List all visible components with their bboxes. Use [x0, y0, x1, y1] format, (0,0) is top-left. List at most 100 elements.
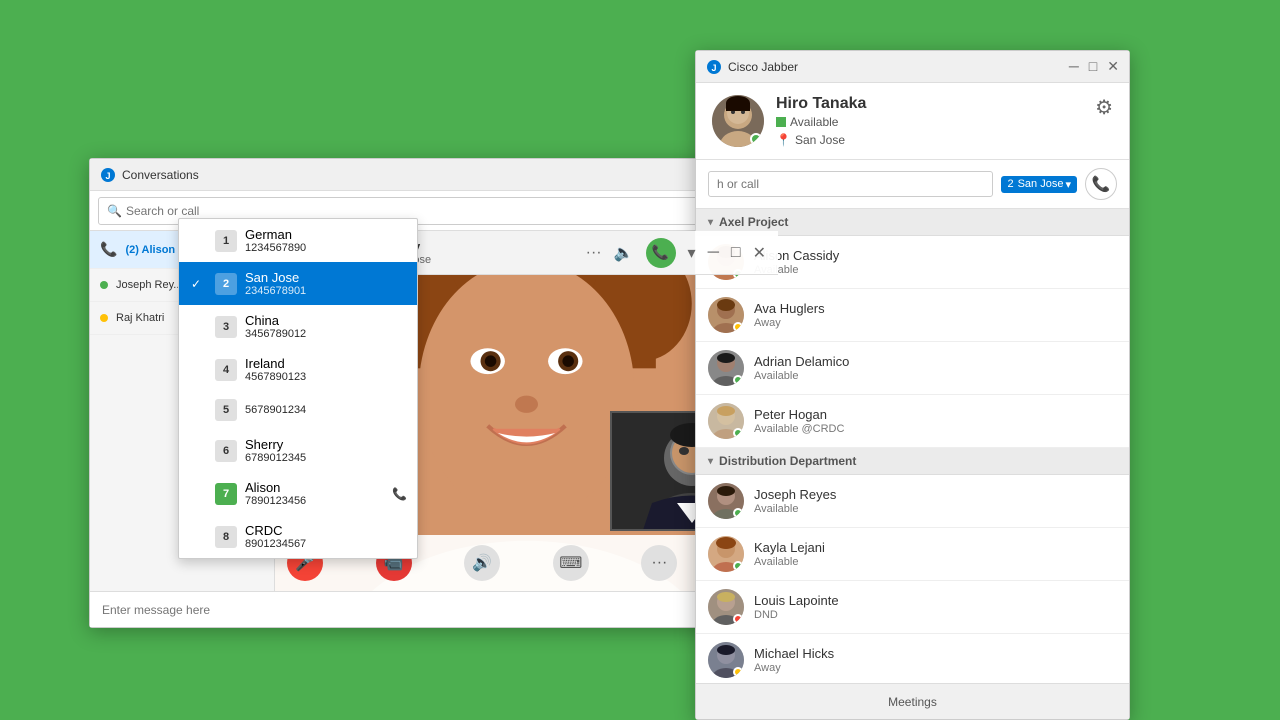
profile-status-text: Available — [790, 115, 838, 129]
volume-button[interactable]: 🔈 — [614, 243, 634, 263]
sanjose-name: San Jose — [245, 270, 405, 285]
jabber-call-button[interactable]: 📞 — [1085, 168, 1117, 200]
ireland-number: 4567890123 — [245, 371, 405, 383]
alison-dd-number: 7890123456 — [245, 495, 405, 507]
more-options-button[interactable]: ··· — [586, 244, 602, 262]
kayla-avatar — [708, 536, 744, 572]
adrian-info: Adrian Delamico Available — [754, 354, 1117, 382]
louis-avatar — [708, 589, 744, 625]
jabber-search-input[interactable] — [708, 171, 993, 197]
adrian-status: Available — [754, 370, 1117, 382]
jabber-close-button[interactable]: ✕ — [1107, 58, 1119, 75]
profile-info: Hiro Tanaka Available 📍 San Jose — [776, 95, 1083, 147]
dropdown-item-sanjose[interactable]: ✓ 2 San Jose 2345678901 — [179, 262, 417, 305]
crdc-number: 8901234567 — [245, 538, 405, 550]
dropdown-arrow[interactable]: ▾ — [688, 243, 696, 263]
alison-cassidy-info: Alison Cassidy Available — [754, 248, 1117, 276]
status-indicator — [776, 117, 786, 127]
dropdown-item-german[interactable]: 1 German 1234567890 — [179, 219, 417, 262]
num-1: 1 — [215, 230, 237, 252]
close-call-button[interactable]: ✕ — [753, 243, 766, 263]
end-call-header-button[interactable]: 📞 — [646, 238, 676, 268]
alison-dd-info: Alison 7890123456 — [245, 480, 405, 507]
sherry-number: 6789012345 — [245, 452, 405, 464]
svg-text:J: J — [105, 171, 110, 181]
meetings-label: Meetings — [888, 695, 937, 709]
peter-avatar — [708, 403, 744, 439]
contact-item-ava-huglers[interactable]: Ava Huglers Away — [696, 289, 1129, 342]
dropdown-item-ireland[interactable]: 4 Ireland 4567890123 — [179, 348, 417, 391]
meetings-tab[interactable]: Meetings — [696, 683, 1129, 719]
adrian-name: Adrian Delamico — [754, 354, 1117, 369]
dropdown-item-crdc[interactable]: 8 CRDC 8901234567 — [179, 515, 417, 558]
profile-location-text: San Jose — [795, 133, 845, 147]
crdc-info: CRDC 8901234567 — [245, 523, 405, 550]
profile-status: Available — [776, 115, 1083, 129]
more-button[interactable]: ··· — [641, 545, 677, 581]
contact-item-peter[interactable]: Peter Hogan Available @CRDC — [696, 395, 1129, 448]
search-input[interactable] — [126, 204, 697, 218]
group-dist-chevron-icon: ▾ — [708, 456, 713, 467]
group-chevron-icon: ▾ — [708, 217, 713, 228]
alison-cassidy-status: Available — [754, 264, 1117, 276]
conv-item-raj-text: Raj Khatri — [116, 312, 164, 324]
michael-status: Away — [754, 662, 1117, 674]
message-input[interactable] — [102, 603, 766, 617]
china-info: China 3456789012 — [245, 313, 405, 340]
jabber-icon: J — [100, 167, 116, 183]
num5-number: 5678901234 — [245, 404, 405, 416]
speaker-button[interactable]: 🔊 — [464, 545, 500, 581]
conversations-titlebar: J Conversations ─ □ ✕ — [90, 159, 778, 191]
location-pin-icon: 📍 — [776, 133, 791, 147]
num-3: 3 — [215, 316, 237, 338]
jabber-titlebar: J Cisco Jabber ─ □ ✕ — [696, 51, 1129, 83]
jabber-minimize-button[interactable]: ─ — [1069, 58, 1079, 75]
louis-status-dot — [733, 614, 743, 624]
contact-item-michael[interactable]: Michael Hicks Away — [696, 634, 1129, 683]
keypad-button[interactable]: ⌨ — [553, 545, 589, 581]
settings-button[interactable]: ⚙ — [1095, 95, 1113, 120]
ava-huglers-name: Ava Huglers — [754, 301, 1117, 316]
joseph-reyes-avatar — [708, 483, 744, 519]
num5-info: 5678901234 — [245, 404, 405, 416]
minimize-call-button[interactable]: ─ — [708, 244, 719, 262]
dropdown-item-5[interactable]: 5 5678901234 — [179, 391, 417, 429]
peter-status-dot — [733, 428, 743, 438]
maximize-call-button[interactable]: □ — [731, 244, 741, 262]
conversations-title: Conversations — [122, 168, 704, 182]
num-4: 4 — [215, 359, 237, 381]
dropdown-item-sherry[interactable]: 6 Sherry 6789012345 — [179, 429, 417, 472]
profile-location: 📍 San Jose — [776, 133, 1083, 147]
num-7: 7 — [215, 483, 237, 505]
kayla-info: Kayla Lejani Available — [754, 540, 1117, 568]
active-call-icon: 📞 — [392, 487, 407, 501]
sanjose-info: San Jose 2345678901 — [245, 270, 405, 297]
michael-name: Michael Hicks — [754, 646, 1117, 661]
jabber-search-bar: 2 San Jose ▾ 📞 — [696, 160, 1129, 209]
profile-avatar — [712, 95, 764, 147]
kayla-name: Kayla Lejani — [754, 540, 1117, 555]
dropdown-item-alison-dd[interactable]: 7 Alison 7890123456 📞 — [179, 472, 417, 515]
group-distribution-label: Distribution Department — [719, 454, 856, 468]
louis-status: DND — [754, 609, 1117, 621]
contact-item-joseph-reyes[interactable]: Joseph Reyes Available — [696, 475, 1129, 528]
jabber-num-badge[interactable]: 2 San Jose ▾ — [1001, 176, 1077, 193]
jabber-logo: J — [706, 59, 722, 75]
num-8: 8 — [215, 526, 237, 548]
profile-status-dot — [750, 133, 762, 145]
message-input-bar — [90, 591, 778, 627]
contact-item-kayla[interactable]: Kayla Lejani Available — [696, 528, 1129, 581]
dropdown-item-china[interactable]: 3 China 3456789012 — [179, 305, 417, 348]
louis-name: Louis Lapointe — [754, 593, 1117, 608]
crdc-name: CRDC — [245, 523, 405, 538]
group-distribution[interactable]: ▾ Distribution Department — [696, 448, 1129, 475]
jabber-maximize-button[interactable]: □ — [1089, 58, 1097, 75]
jabber-profile: Hiro Tanaka Available 📍 San Jose ⚙ — [696, 83, 1129, 160]
contact-item-louis[interactable]: Louis Lapointe DND — [696, 581, 1129, 634]
profile-name: Hiro Tanaka — [776, 95, 1083, 113]
call-header-right: ··· 🔈 📞 ▾ ─ □ ✕ — [586, 238, 766, 268]
joseph-reyes-info: Joseph Reyes Available — [754, 487, 1117, 515]
status-dot-available — [100, 281, 108, 289]
jabber-title-controls: ─ □ ✕ — [1069, 58, 1119, 75]
contact-item-adrian[interactable]: Adrian Delamico Available — [696, 342, 1129, 395]
